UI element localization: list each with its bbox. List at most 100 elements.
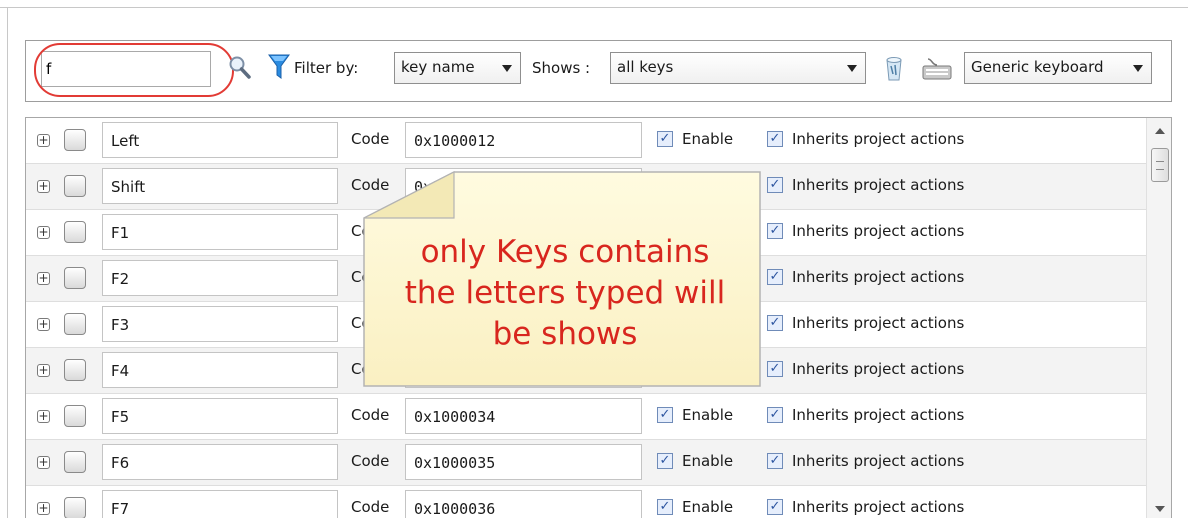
- inherits-checkbox[interactable]: ✓: [767, 269, 783, 285]
- scrollbar-thumb[interactable]: [1151, 148, 1169, 182]
- enable-checkbox[interactable]: ✓: [657, 453, 673, 469]
- shows-select[interactable]: all keys: [610, 52, 866, 84]
- filter-by-label: Filter by:: [294, 59, 359, 77]
- expand-plus-icon[interactable]: +: [37, 226, 50, 239]
- key-code-field[interactable]: 0x1000012: [405, 122, 642, 158]
- chevron-down-icon: [1133, 65, 1143, 72]
- enable-label: Enable: [682, 498, 734, 516]
- enable-label: Enable: [682, 452, 734, 470]
- inherits-checkbox[interactable]: ✓: [767, 361, 783, 377]
- enable-label: Enable: [682, 222, 734, 240]
- inherits-checkbox[interactable]: ✓: [767, 315, 783, 331]
- chevron-down-icon: [847, 65, 857, 72]
- key-name-field[interactable]: F4: [102, 352, 338, 388]
- key-code-field[interactable]: 0x1000030: [405, 214, 642, 250]
- code-label: Code: [351, 268, 390, 286]
- expand-plus-icon[interactable]: +: [37, 272, 50, 285]
- expand-plus-icon[interactable]: +: [37, 456, 50, 469]
- keycap-icon: [64, 359, 86, 381]
- table-row: + F4 Code 0x1000033 ✓ Enable ✓ Inherits project…: [26, 348, 1146, 394]
- key-name-field[interactable]: F6: [102, 444, 338, 480]
- enable-checkbox[interactable]: ✓: [657, 499, 673, 515]
- table-row: + F7 Code 0x1000036 ✓ Enable ✓ Inherits project…: [26, 486, 1146, 518]
- keycap-icon: [64, 221, 86, 243]
- filter-by-value: key name: [401, 58, 475, 76]
- inherits-label: Inherits project actions: [792, 176, 965, 194]
- search-icon[interactable]: [228, 55, 252, 85]
- enable-checkbox[interactable]: ✓: [657, 223, 673, 239]
- scroll-down-arrow-icon[interactable]: [1155, 506, 1165, 512]
- shows-label: Shows :: [532, 59, 591, 77]
- inherits-label: Inherits project actions: [792, 360, 965, 378]
- keyboard-icon[interactable]: [922, 57, 952, 85]
- key-name-field[interactable]: F7: [102, 490, 338, 518]
- filter-funnel-icon[interactable]: [268, 53, 290, 85]
- key-name-field[interactable]: Left: [102, 122, 338, 158]
- expand-plus-icon[interactable]: +: [37, 318, 50, 331]
- keyboard-layout-value: Generic keyboard: [971, 58, 1104, 76]
- key-code-field[interactable]: 0x1000036: [405, 490, 642, 518]
- key-name-field[interactable]: F5: [102, 398, 338, 434]
- inherits-label: Inherits project actions: [792, 498, 965, 516]
- code-label: Code: [351, 314, 390, 332]
- enable-checkbox[interactable]: ✓: [657, 315, 673, 331]
- enable-checkbox[interactable]: ✓: [657, 131, 673, 147]
- search-input[interactable]: [41, 51, 211, 87]
- table-row: + F1 Code 0x1000030 ✓ Enable ✓ Inherits project…: [26, 210, 1146, 256]
- keyboard-layout-select[interactable]: Generic keyboard: [964, 52, 1152, 84]
- chevron-down-icon: [502, 65, 512, 72]
- keycap-icon: [64, 267, 86, 289]
- key-code-field[interactable]: 0x1000033: [405, 352, 642, 388]
- keys-table: + Left Code 0x1000012 ✓ Enable ✓ Inherits proje…: [25, 117, 1172, 518]
- table-row: + Left Code 0x1000012 ✓ Enable ✓ Inherits proje…: [26, 118, 1146, 164]
- scroll-up-arrow-icon[interactable]: [1155, 128, 1165, 134]
- key-code-field[interactable]: 0x1000032: [405, 306, 642, 342]
- key-name-field[interactable]: F1: [102, 214, 338, 250]
- key-code-field[interactable]: 0x1000031: [405, 260, 642, 296]
- inherits-label: Inherits project actions: [792, 268, 965, 286]
- keycap-icon: [64, 129, 86, 151]
- key-name-field[interactable]: Shift: [102, 168, 338, 204]
- inherits-checkbox[interactable]: ✓: [767, 177, 783, 193]
- inherits-checkbox[interactable]: ✓: [767, 453, 783, 469]
- expand-plus-icon[interactable]: +: [37, 410, 50, 423]
- key-name-field[interactable]: F3: [102, 306, 338, 342]
- clear-trash-icon[interactable]: [884, 54, 904, 86]
- filter-by-select[interactable]: key name: [394, 52, 521, 84]
- enable-checkbox[interactable]: ✓: [657, 269, 673, 285]
- code-label: Code: [351, 406, 390, 424]
- expand-plus-icon[interactable]: +: [37, 364, 50, 377]
- enable-label: Enable: [682, 314, 734, 332]
- window-frame-left: [0, 8, 8, 518]
- enable-label: Enable: [682, 360, 734, 378]
- key-code-field[interactable]: 0x1000020: [405, 168, 642, 204]
- inherits-checkbox[interactable]: ✓: [767, 131, 783, 147]
- code-label: Code: [351, 130, 390, 148]
- key-name-field[interactable]: F2: [102, 260, 338, 296]
- enable-checkbox[interactable]: ✓: [657, 361, 673, 377]
- expand-plus-icon[interactable]: +: [37, 180, 50, 193]
- table-row: + Shift Code 0x1000020 ✓ Enable ✓ Inherits proj…: [26, 164, 1146, 210]
- inherits-checkbox[interactable]: ✓: [767, 499, 783, 515]
- inherits-checkbox[interactable]: ✓: [767, 223, 783, 239]
- filter-toolbar: Filter by: key name Shows : all keys Gen…: [25, 40, 1172, 102]
- key-code-field[interactable]: 0x1000035: [405, 444, 642, 480]
- code-label: Code: [351, 360, 390, 378]
- enable-label: Enable: [682, 176, 734, 194]
- table-row: + F6 Code 0x1000035 ✓ Enable ✓ Inherits project…: [26, 440, 1146, 486]
- window-frame-top: [0, 0, 1188, 8]
- inherits-checkbox[interactable]: ✓: [767, 407, 783, 423]
- enable-checkbox[interactable]: ✓: [657, 407, 673, 423]
- expand-plus-icon[interactable]: +: [37, 134, 50, 147]
- enable-label: Enable: [682, 130, 734, 148]
- enable-label: Enable: [682, 268, 734, 286]
- shows-value: all keys: [617, 58, 674, 76]
- code-label: Code: [351, 452, 390, 470]
- expand-plus-icon[interactable]: +: [37, 502, 50, 515]
- vertical-scrollbar[interactable]: [1146, 118, 1171, 518]
- code-label: Code: [351, 176, 390, 194]
- enable-checkbox[interactable]: ✓: [657, 177, 673, 193]
- code-label: Code: [351, 222, 390, 240]
- table-row: + F2 Code 0x1000031 ✓ Enable ✓ Inherits project…: [26, 256, 1146, 302]
- key-code-field[interactable]: 0x1000034: [405, 398, 642, 434]
